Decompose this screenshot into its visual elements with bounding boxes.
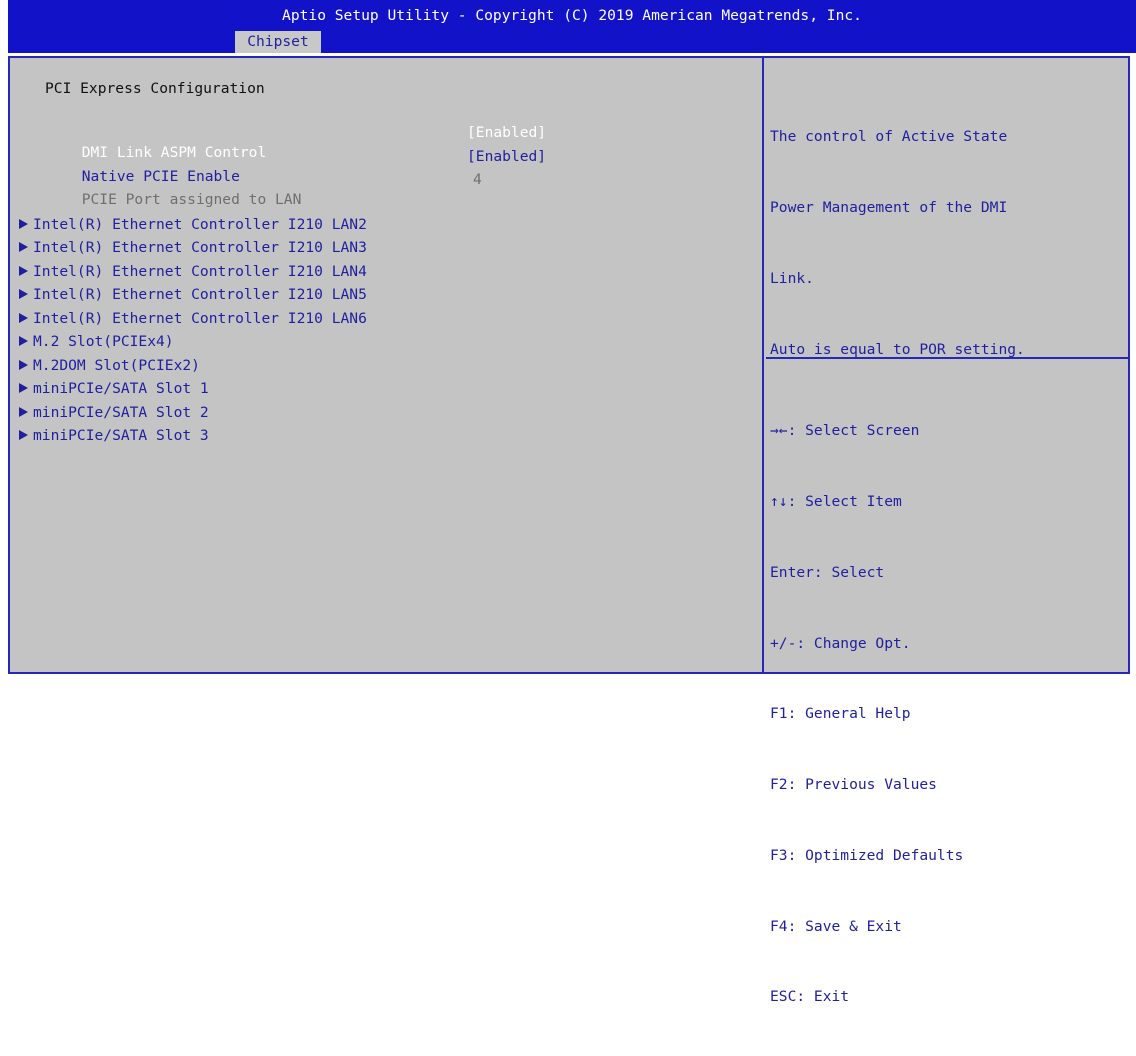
setting-value: 4 [473, 171, 482, 188]
key-legend: →←: Select Screen ↑↓: Select Item Enter:… [770, 372, 963, 1056]
help-line: The control of Active State [770, 128, 1008, 146]
submenu-lan4[interactable]: Intel(R) Ethernet Controller I210 LAN4 [19, 262, 367, 282]
key-select-screen: →←: Select Screen [770, 422, 920, 440]
submenu-label: M.2DOM Slot(PCIEx2) [33, 357, 200, 374]
submenu-label: Intel(R) Ethernet Controller I210 LAN2 [33, 216, 367, 233]
key-optimized-defaults: F3: Optimized Defaults [770, 846, 964, 864]
submenu-minipcie-slot-2[interactable]: miniPCIe/SATA Slot 2 [19, 403, 209, 423]
submenu-arrow-icon [19, 289, 28, 299]
submenu-arrow-icon [19, 430, 28, 440]
section-title: PCI Express Configuration [45, 80, 265, 97]
submenu-label: Intel(R) Ethernet Controller I210 LAN6 [33, 310, 367, 327]
help-line: Power Management of the DMI [770, 198, 1008, 216]
submenu-label: Intel(R) Ethernet Controller I210 LAN5 [33, 286, 367, 303]
main-panel: PCI Express Configuration DMI Link ASPM … [8, 56, 1130, 1005]
submenu-label: miniPCIe/SATA Slot 2 [33, 404, 209, 421]
submenu-arrow-icon [19, 242, 28, 252]
key-esc-exit: ESC: Exit [770, 988, 850, 1006]
submenu-arrow-icon [19, 313, 28, 323]
key-change-opt: +/-: Change Opt. [770, 634, 911, 652]
key-general-help: F1: General Help [770, 705, 911, 723]
submenu-m2-slot[interactable]: M.2 Slot(PCIEx4) [19, 332, 174, 352]
tab-chipset[interactable]: Chipset [235, 31, 321, 53]
help-text: The control of Active State Power Manage… [770, 78, 1025, 408]
vertical-divider [762, 58, 764, 672]
submenu-arrow-icon [19, 407, 28, 417]
submenu-minipcie-slot-3[interactable]: miniPCIe/SATA Slot 3 [19, 426, 209, 446]
submenu-label: Intel(R) Ethernet Controller I210 LAN3 [33, 239, 367, 256]
submenu-minipcie-slot-1[interactable]: miniPCIe/SATA Slot 1 [19, 379, 209, 399]
submenu-lan5[interactable]: Intel(R) Ethernet Controller I210 LAN5 [19, 285, 367, 305]
submenu-lan6[interactable]: Intel(R) Ethernet Controller I210 LAN6 [19, 309, 367, 329]
submenu-arrow-icon [19, 336, 28, 346]
window-title: Aptio Setup Utility - Copyright (C) 2019… [282, 7, 862, 24]
header-bar: Aptio Setup Utility - Copyright (C) 2019… [8, 0, 1136, 53]
help-line: Link. [770, 269, 814, 287]
key-previous-values: F2: Previous Values [770, 776, 937, 794]
submenu-m2dom-slot[interactable]: M.2DOM Slot(PCIEx2) [19, 356, 200, 376]
submenu-label: M.2 Slot(PCIEx4) [33, 333, 174, 350]
submenu-lan2[interactable]: Intel(R) Ethernet Controller I210 LAN2 [19, 215, 367, 235]
setting-value[interactable]: [Enabled] [467, 147, 546, 167]
setting-value[interactable]: [Enabled] [467, 123, 546, 143]
submenu-arrow-icon [19, 219, 28, 229]
setting-label: PCIE Port assigned to LAN [81, 191, 302, 208]
help-line: Auto is equal to POR setting. [770, 340, 1025, 358]
bios-setup-screen: Aptio Setup Utility - Copyright (C) 2019… [0, 0, 1136, 1005]
submenu-label: Intel(R) Ethernet Controller I210 LAN4 [33, 263, 367, 280]
submenu-label: miniPCIe/SATA Slot 3 [33, 427, 209, 444]
submenu-arrow-icon [19, 360, 28, 370]
key-select-item: ↑↓: Select Item [770, 492, 902, 510]
key-save-exit: F4: Save & Exit [770, 917, 902, 935]
submenu-arrow-icon [19, 383, 28, 393]
key-enter-select: Enter: Select [770, 563, 885, 581]
submenu-lan3[interactable]: Intel(R) Ethernet Controller I210 LAN3 [19, 238, 367, 258]
submenu-label: miniPCIe/SATA Slot 1 [33, 380, 209, 397]
submenu-arrow-icon [19, 266, 28, 276]
